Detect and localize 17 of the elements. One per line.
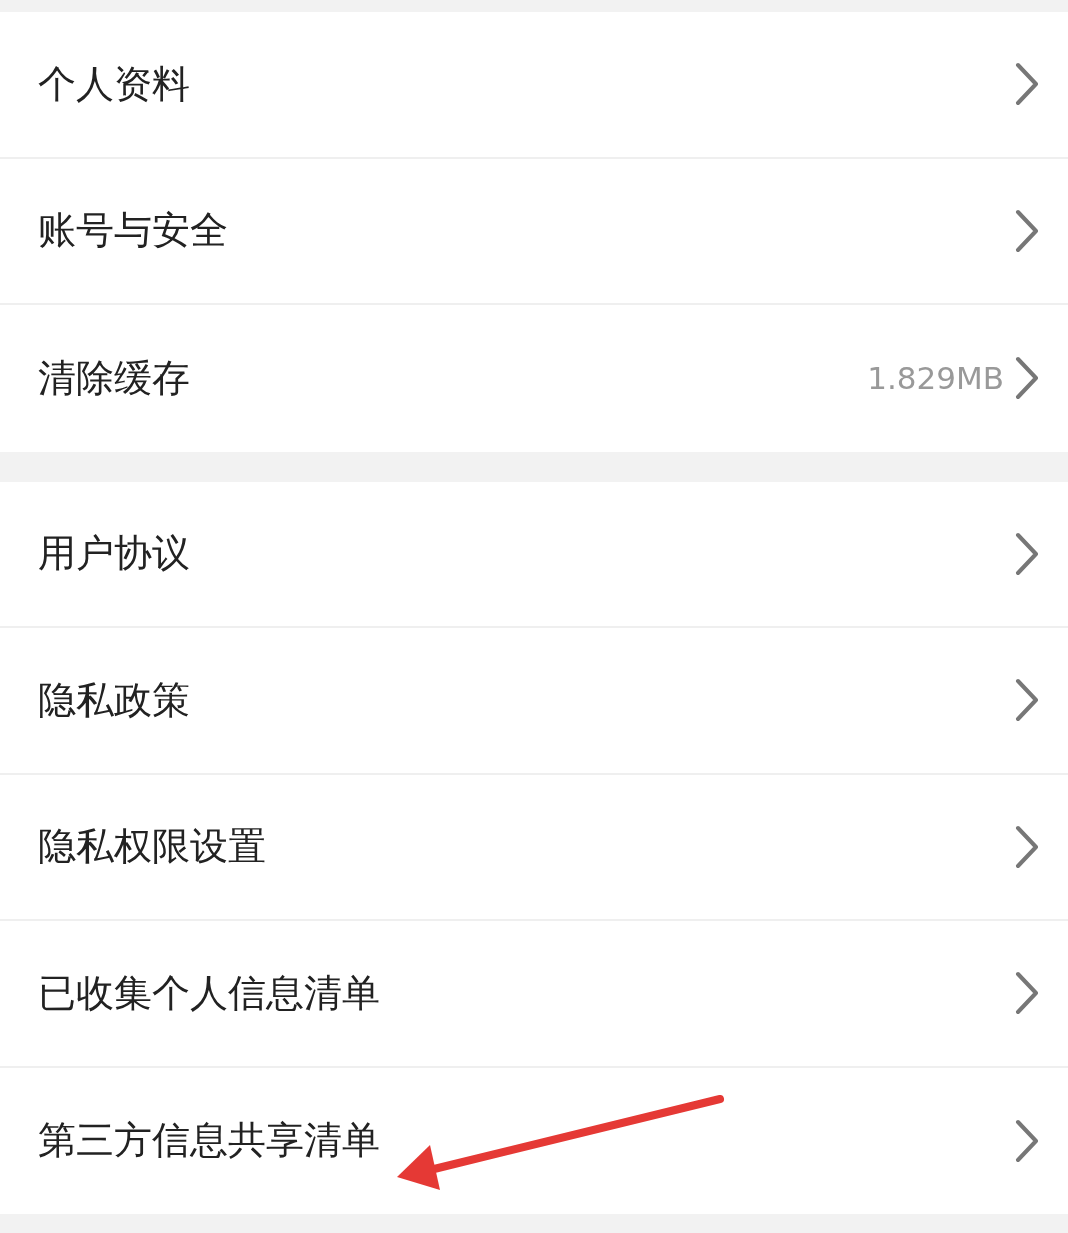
row-label: 用户协议 [38,530,190,578]
row-label: 第三方信息共享清单 [38,1117,380,1165]
chevron-right-icon [1014,824,1040,869]
row-label: 个人资料 [38,60,190,108]
chevron-right-icon [1014,356,1040,401]
chevron-right-icon [1014,678,1040,723]
chevron-right-icon [1014,531,1040,576]
row-label: 隐私政策 [38,676,190,724]
chevron-right-icon [1014,1118,1040,1163]
row-label: 隐私权限设置 [38,823,266,871]
chevron-right-icon [1014,971,1040,1016]
row-label: 账号与安全 [38,207,228,255]
row-label: 清除缓存 [38,354,190,402]
row-label: 已收集个人信息清单 [38,969,380,1017]
chevron-right-icon [1014,208,1040,253]
chevron-right-icon [1014,62,1040,107]
row-value: 1.829MB [867,359,1004,398]
